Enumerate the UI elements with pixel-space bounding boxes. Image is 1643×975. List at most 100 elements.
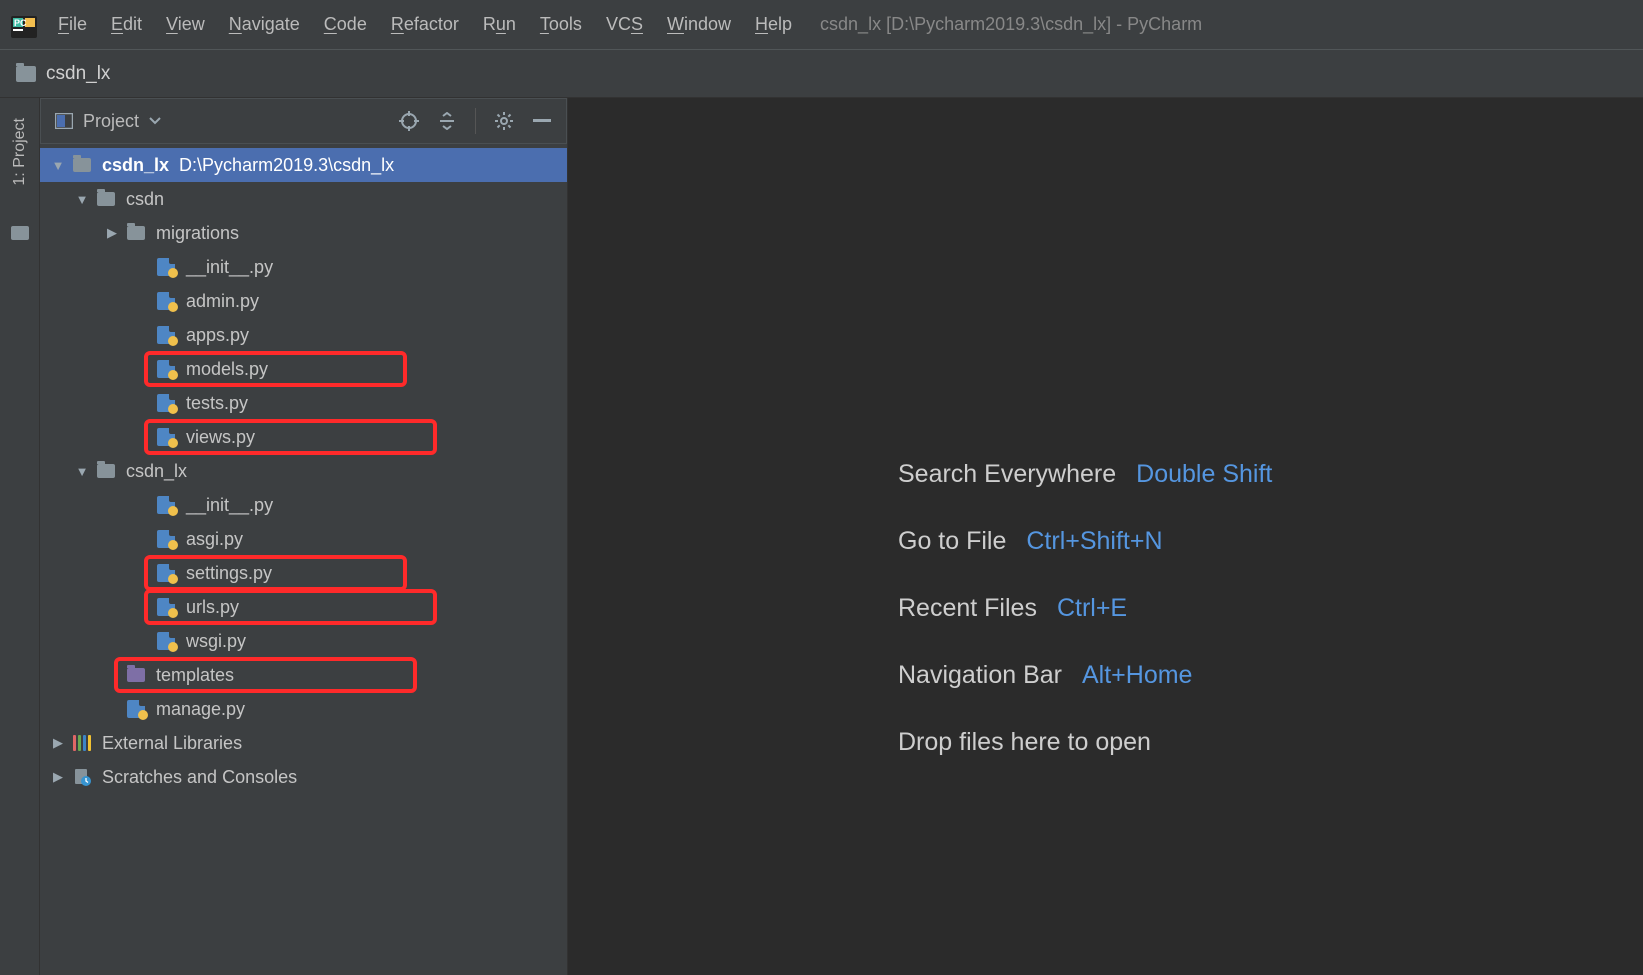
chevron-down-icon: ▼ <box>50 158 66 173</box>
svg-text:PC: PC <box>14 18 27 28</box>
folder-icon <box>96 461 116 481</box>
gear-icon[interactable] <box>494 111 514 131</box>
tree-label: admin.py <box>186 291 259 312</box>
collapse-all-icon[interactable] <box>437 111 457 131</box>
python-file-icon <box>156 291 176 311</box>
python-file-icon <box>156 257 176 277</box>
menu-window[interactable]: Window <box>667 14 731 35</box>
tip-label: Drop files here to open <box>898 728 1151 757</box>
chevron-down-icon <box>149 117 161 125</box>
tip-navbar: Navigation Bar Alt+Home <box>898 661 1272 690</box>
tree-folder-csdn[interactable]: ▼ csdn <box>40 182 567 216</box>
tree-file-wsgi[interactable]: wsgi.py <box>40 624 567 658</box>
python-file-icon <box>156 325 176 345</box>
project-panel-title-group[interactable]: Project <box>55 111 389 132</box>
tree-label: csdn_lx <box>126 461 187 482</box>
tree-file-asgi[interactable]: asgi.py <box>40 522 567 556</box>
project-panel-title: Project <box>83 111 139 132</box>
tip-shortcut: Ctrl+E <box>1057 594 1127 623</box>
folder-icon <box>16 66 36 82</box>
structure-icon[interactable] <box>11 226 29 240</box>
project-tree: ▼ csdn_lx D:\Pycharm2019.3\csdn_lx ▼ csd… <box>40 144 567 975</box>
menu-bar: PC File Edit View Navigate Code Refactor… <box>0 0 1643 50</box>
folder-icon <box>126 665 146 685</box>
python-file-icon <box>156 495 176 515</box>
python-file-icon <box>156 529 176 549</box>
tip-shortcut: Double Shift <box>1136 460 1272 489</box>
tree-file-views[interactable]: views.py <box>40 420 567 454</box>
tree-file-settings[interactable]: settings.py <box>40 556 567 590</box>
tip-label: Search Everywhere <box>898 460 1116 489</box>
tree-file-init-csdn[interactable]: __init__.py <box>40 250 567 284</box>
tree-label: asgi.py <box>186 529 243 550</box>
tree-external-libraries[interactable]: ▶ External Libraries <box>40 726 567 760</box>
tip-shortcut: Ctrl+Shift+N <box>1026 527 1162 556</box>
menu-help[interactable]: Help <box>755 14 792 35</box>
left-tool-gutter: 1: Project <box>0 98 40 975</box>
menu-refactor[interactable]: Refactor <box>391 14 459 35</box>
python-file-icon <box>156 393 176 413</box>
pycharm-icon: PC <box>10 11 38 39</box>
menu-items: File Edit View Navigate Code Refactor Ru… <box>58 14 792 35</box>
editor-area[interactable]: Search Everywhere Double Shift Go to Fil… <box>568 98 1643 975</box>
tree-label: External Libraries <box>102 733 242 754</box>
hide-icon[interactable] <box>532 111 552 131</box>
tree-root[interactable]: ▼ csdn_lx D:\Pycharm2019.3\csdn_lx <box>40 148 567 182</box>
highlight-box <box>144 555 407 591</box>
menu-code[interactable]: Code <box>324 14 367 35</box>
tree-folder-csdnlx[interactable]: ▼ csdn_lx <box>40 454 567 488</box>
tip-gotofile: Go to File Ctrl+Shift+N <box>898 527 1272 556</box>
tree-label: wsgi.py <box>186 631 246 652</box>
tree-label: __init__.py <box>186 257 273 278</box>
tree-label: views.py <box>186 427 255 448</box>
tree-label: tests.py <box>186 393 248 414</box>
tip-label: Recent Files <box>898 594 1037 623</box>
tree-label: urls.py <box>186 597 239 618</box>
menu-tools[interactable]: Tools <box>540 14 582 35</box>
tree-file-init-csdnlx[interactable]: __init__.py <box>40 488 567 522</box>
locate-icon[interactable] <box>399 111 419 131</box>
menu-file[interactable]: File <box>58 14 87 35</box>
project-panel-header: Project <box>40 98 567 144</box>
tree-label: Scratches and Consoles <box>102 767 297 788</box>
python-file-icon <box>126 699 146 719</box>
tip-drop: Drop files here to open <box>898 728 1272 757</box>
tree-folder-templates[interactable]: templates <box>40 658 567 692</box>
menu-run[interactable]: Run <box>483 14 516 35</box>
chevron-down-icon: ▼ <box>74 192 90 207</box>
tree-root-path: D:\Pycharm2019.3\csdn_lx <box>179 155 394 176</box>
tree-file-apps[interactable]: apps.py <box>40 318 567 352</box>
tree-scratches[interactable]: ▶ Scratches and Consoles <box>40 760 567 794</box>
tree-label: apps.py <box>186 325 249 346</box>
menu-vcs[interactable]: VCS <box>606 14 643 35</box>
tree-label: migrations <box>156 223 239 244</box>
breadcrumb-root[interactable]: csdn_lx <box>46 63 110 85</box>
project-panel: Project ▼ <box>40 98 568 975</box>
highlight-box <box>144 351 407 387</box>
library-icon <box>72 733 92 753</box>
navigation-bar: csdn_lx <box>0 50 1643 98</box>
window-title: csdn_lx [D:\Pycharm2019.3\csdn_lx] - PyC… <box>820 14 1202 35</box>
menu-edit[interactable]: Edit <box>111 14 142 35</box>
tip-search: Search Everywhere Double Shift <box>898 460 1272 489</box>
menu-view[interactable]: View <box>166 14 205 35</box>
tree-label: csdn <box>126 189 164 210</box>
tree-file-manage[interactable]: manage.py <box>40 692 567 726</box>
folder-icon <box>72 155 92 175</box>
menu-navigate[interactable]: Navigate <box>229 14 300 35</box>
tree-label: __init__.py <box>186 495 273 516</box>
tip-label: Go to File <box>898 527 1006 556</box>
tree-file-tests[interactable]: tests.py <box>40 386 567 420</box>
chevron-down-icon: ▼ <box>74 464 90 479</box>
tree-file-admin[interactable]: admin.py <box>40 284 567 318</box>
chevron-right-icon: ▶ <box>50 769 66 785</box>
tree-file-models[interactable]: models.py <box>40 352 567 386</box>
tree-label: models.py <box>186 359 268 380</box>
chevron-right-icon: ▶ <box>50 735 66 751</box>
project-tool-tab[interactable]: 1: Project <box>7 108 33 196</box>
divider <box>475 108 476 134</box>
tree-folder-migrations[interactable]: ▶ migrations <box>40 216 567 250</box>
tip-recent: Recent Files Ctrl+E <box>898 594 1272 623</box>
folder-icon <box>126 223 146 243</box>
tree-file-urls[interactable]: urls.py <box>40 590 567 624</box>
